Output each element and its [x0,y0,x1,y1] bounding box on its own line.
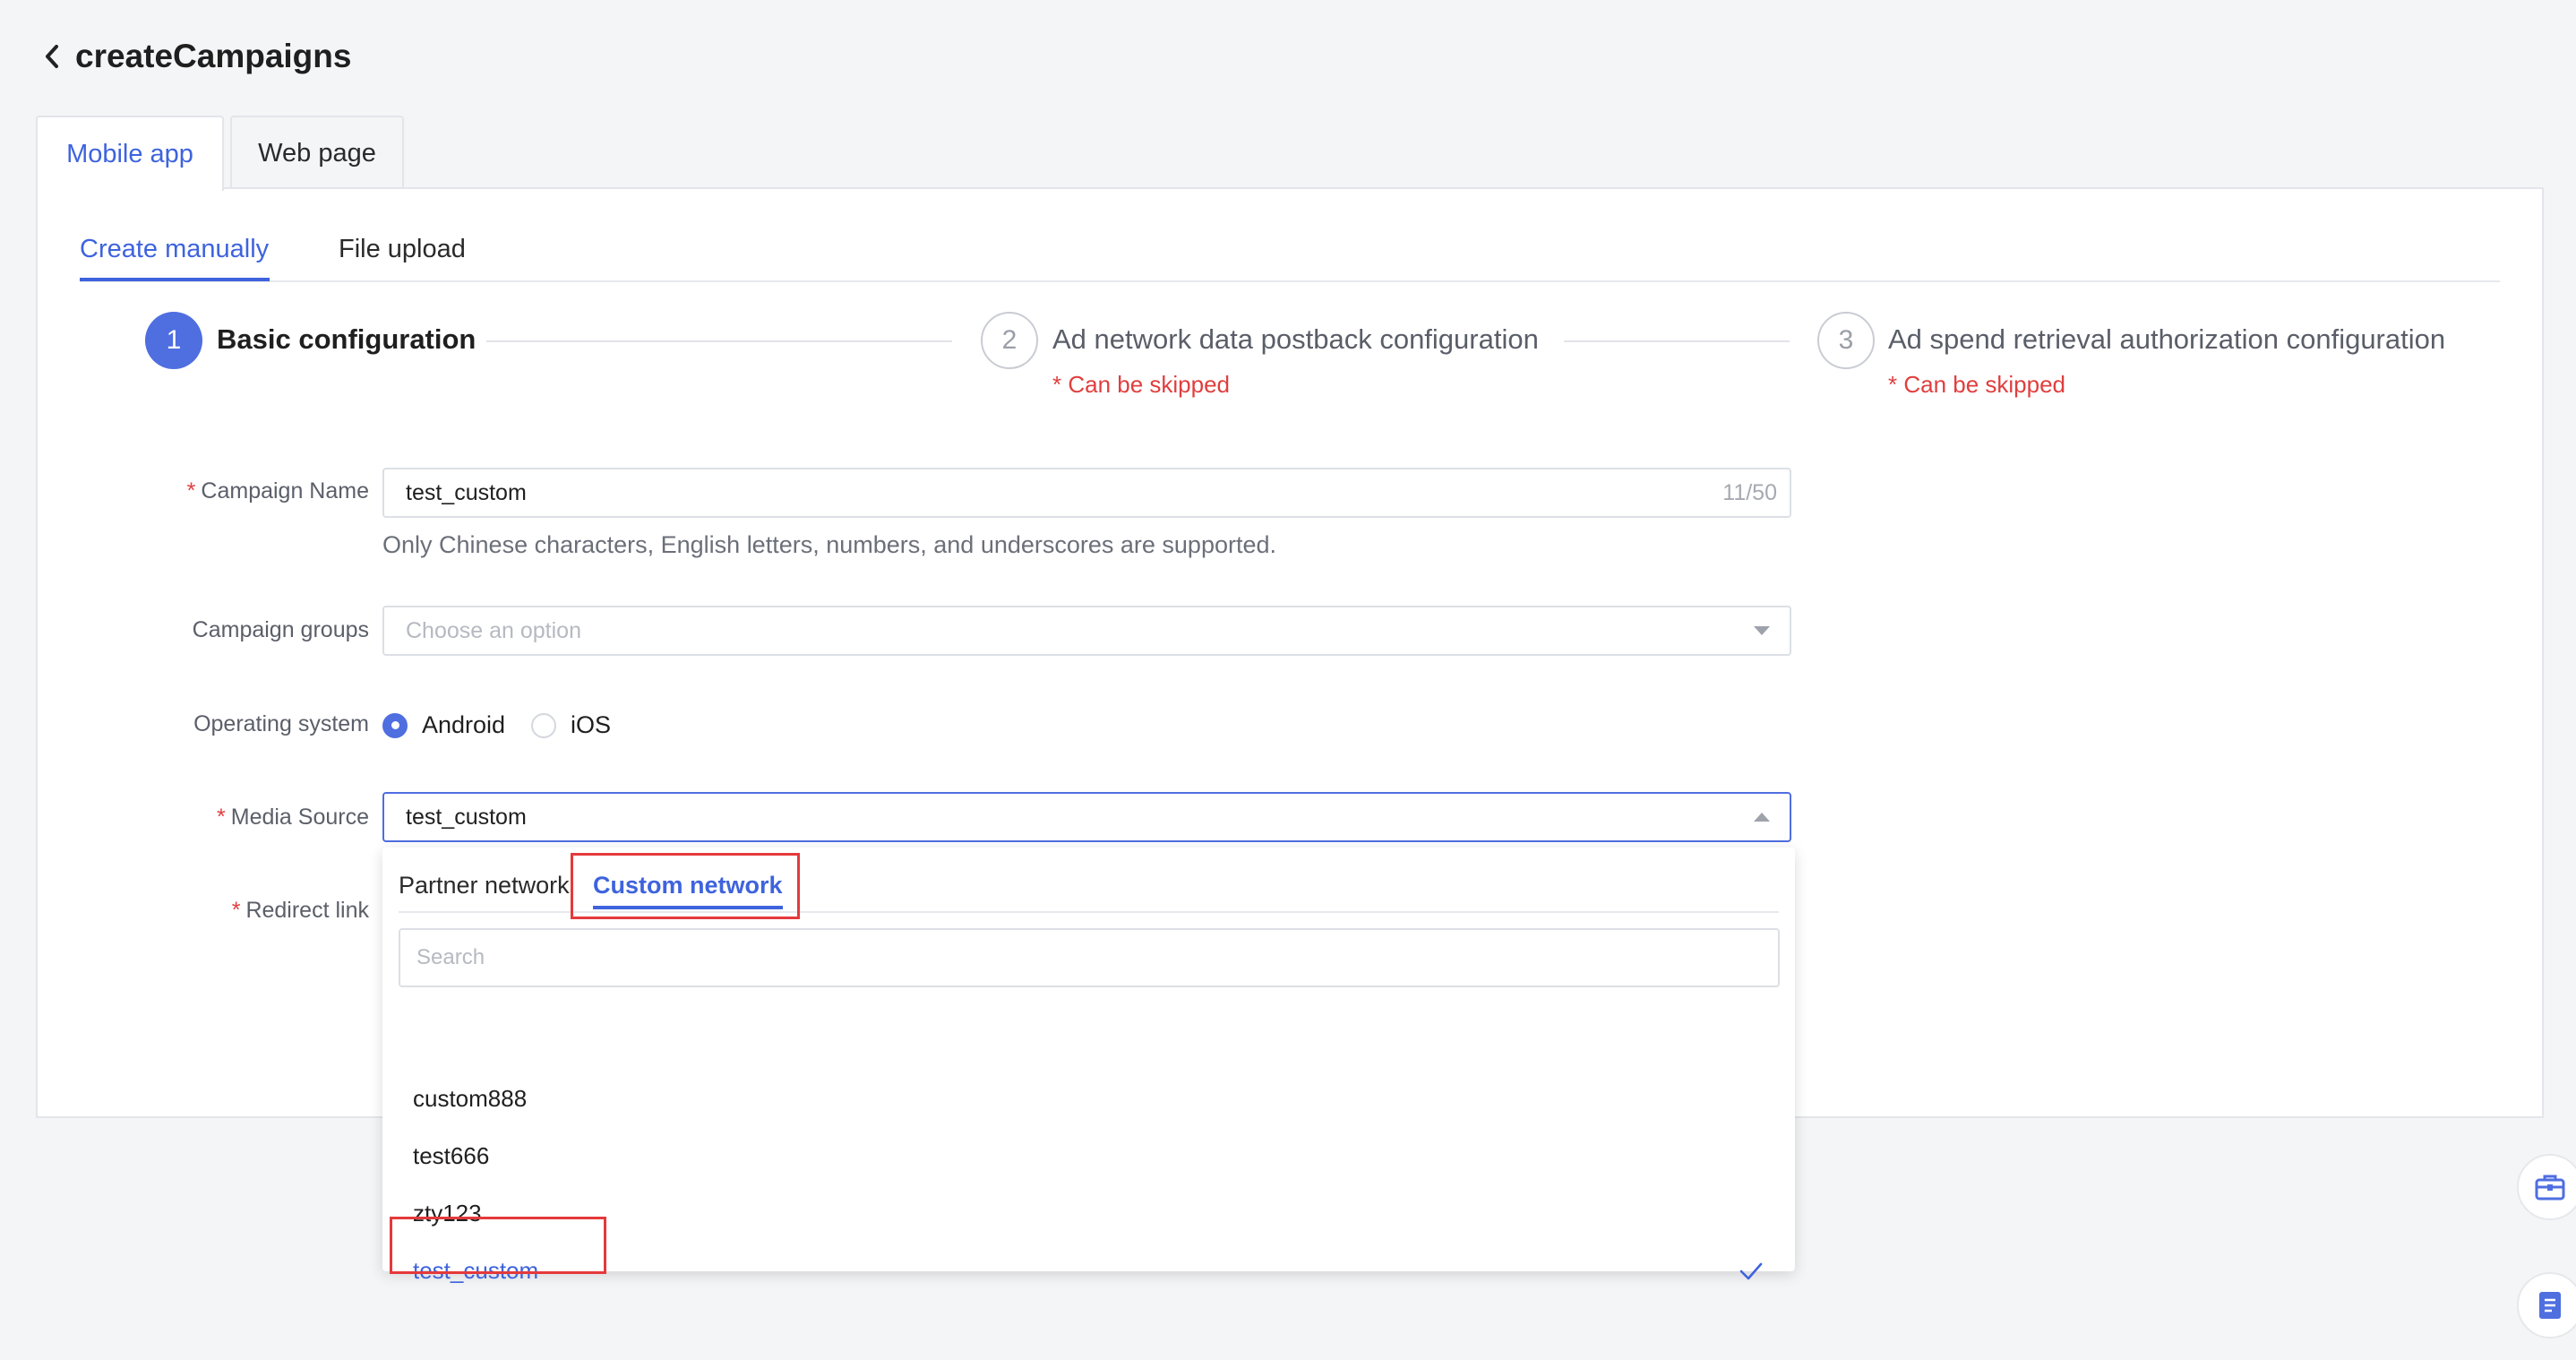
radio-ios-label: iOS [571,711,612,738]
campaign-name-value: test_custom [406,479,527,505]
redirect-link-label-text: Redirect link [245,898,369,923]
step-connector [1564,340,1790,342]
step-3-indicator[interactable]: 3 [1817,312,1875,369]
step-1-title: Basic configuration [217,323,477,355]
operating-system-label: Operating system [193,711,369,736]
document-icon[interactable] [2517,1272,2576,1338]
campaign-groups-select[interactable]: Choose an option [382,606,1791,656]
tab-mobile-app[interactable]: Mobile app [36,116,224,191]
media-source-dropdown: Partner network Custom network Search cu… [382,848,1795,1284]
toolbox-icon[interactable] [2517,1154,2576,1220]
tab-web-page[interactable]: Web page [230,116,404,189]
radio-android-label: Android [422,711,506,738]
dropdown-option[interactable]: test666 [382,1127,1795,1184]
chevron-down-icon [1754,626,1770,635]
radio-ios[interactable]: iOS [531,711,611,739]
campaign-groups-placeholder: Choose an option [406,617,581,643]
redirect-link-label: * Redirect link [29,898,369,924]
media-source-select[interactable]: test_custom [382,792,1791,842]
step-2-indicator[interactable]: 2 [981,312,1038,369]
tab-create-manually[interactable]: Create manually [80,231,270,281]
search-placeholder: Search [416,945,485,969]
step-3-title[interactable]: Ad spend retrieval authorization configu… [1888,320,2445,359]
annotation-highlight-box [390,1217,606,1274]
media-source-label: * Media Source [29,805,369,831]
campaign-groups-label: Campaign groups [192,617,369,642]
tab-file-upload[interactable]: File upload [339,231,466,281]
step-2-title[interactable]: Ad network data postback configuration [1052,320,1539,359]
page-title: createCampaigns [75,38,352,74]
campaign-name-label: * Campaign Name [29,478,369,504]
campaign-name-hint: Only Chinese characters, English letters… [382,531,1277,558]
step-1-indicator: 1 [145,312,202,369]
media-source-value: test_custom [406,804,527,830]
chevron-up-icon [1754,813,1770,822]
tab-partner-network[interactable]: Partner network [399,867,570,903]
checkmark-icon [1739,1260,1763,1287]
required-mark: * [186,478,196,504]
campaign-name-input[interactable]: test_custom 11/50 [382,468,1791,518]
step-2-skip-note: * Can be skipped [1052,371,1231,398]
campaign-name-label-text: Campaign Name [201,478,369,504]
step-connector [486,340,952,342]
dropdown-search-input[interactable]: Search [399,928,1780,987]
required-mark: * [217,805,226,830]
media-source-label-text: Media Source [230,805,369,830]
step-3-skip-note: * Can be skipped [1888,371,2066,398]
radio-unchecked-icon [531,712,556,738]
annotation-highlight-box [571,853,800,919]
back-icon[interactable] [39,41,64,72]
dropdown-option[interactable]: custom888 [382,1070,1795,1127]
required-mark: * [231,898,241,923]
radio-checked-icon [382,712,408,738]
character-counter: 11/50 [1722,479,1777,505]
radio-android[interactable]: Android [382,711,505,739]
